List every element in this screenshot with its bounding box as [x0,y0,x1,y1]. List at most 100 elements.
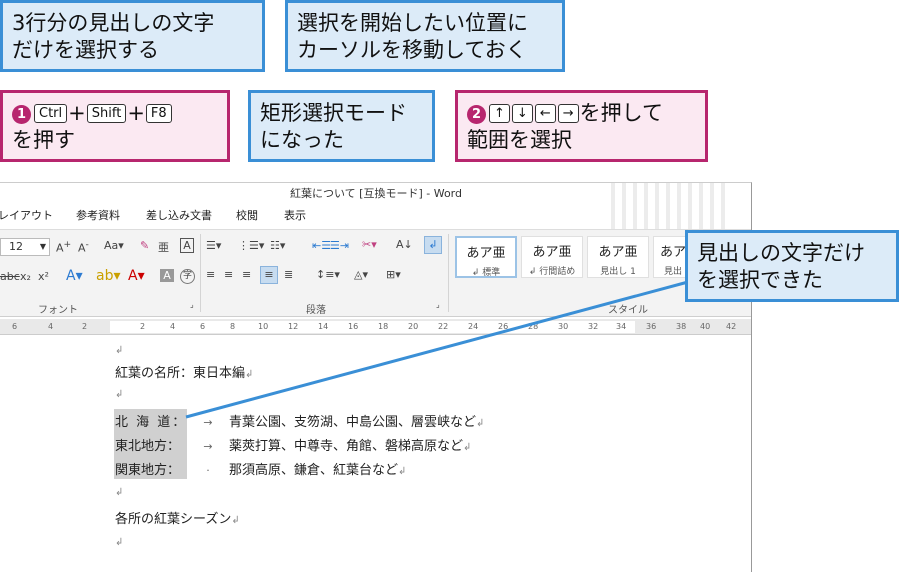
ruler-text-area [110,321,635,333]
font-size-value: 12 [9,240,23,253]
paragraph-mark: ↲ [115,537,124,548]
style-sample: あア亜 [532,245,572,260]
multilevel-list-icon[interactable]: ☷▾ [270,239,285,252]
style-name: ↲ 標準 [471,268,501,278]
up-arrow-key: ↑ [489,104,510,123]
callout-text-6b: を選択できた [697,268,823,292]
sort-icon[interactable]: A↓ [396,238,413,251]
strikethrough-icon[interactable]: abc [0,270,20,283]
ruler-tick: 10 [258,322,269,331]
doc-row-kanto: 関東地方： · 那須高原、鎌倉、紅葉台など↲ [115,463,407,478]
ruler-tick: 12 [288,322,299,331]
callout-text-4a: 矩形選択モード [260,101,407,125]
ribbon: 12 ▼ A+ A- Aa▾ ✎ 亜 A abc x₂ x² A▾ ab▾ A▾… [0,229,751,317]
show-marks-icon[interactable]: ↲ [424,236,442,254]
dialog-launcher-icon[interactable]: ⌟ [436,300,440,309]
paragraph-mark: ↲ [115,487,124,498]
doc-row-tohoku: 東北地方： → 薬莢打算、中尊寺、角館、磐梯高原など↲ [115,439,472,454]
font-size-select[interactable]: 12 ▼ [0,238,50,256]
callout-text-2b: カーソルを移動しておく [297,38,527,62]
callout-text-2a: 選択を開始したい位置に [297,11,528,35]
tab-references[interactable]: 参考資料 [76,207,120,223]
shading-icon[interactable]: ◬▾ [354,268,368,281]
doc-heading: 紅葉の名所：東日本編↲ [115,366,254,381]
ruler-tick: 36 [646,322,657,331]
ruler-tick: 18 [378,322,389,331]
doc-row-hokkaido: 北 海 道： → 青葉公園、支笏湖、中島公園、層雲峡など↲ [115,415,485,430]
align-left-icon[interactable]: ≡ [206,268,215,281]
subscript-icon[interactable]: x₂ [20,270,31,283]
callout-text-4b: になった [260,128,344,152]
char-border-icon[interactable]: A [180,238,194,253]
dialog-launcher-icon[interactable]: ⌟ [190,300,194,309]
enclose-char-icon[interactable]: 字 [180,269,195,284]
word-window: 紅葉について [互換モード] - Word レイアウト 参考資料 差し込み文書 … [0,182,752,572]
tab-layout[interactable]: レイアウト [0,207,53,223]
style-name: ↲ 行間詰め [528,267,576,277]
step2-number-icon: 2 [467,105,486,124]
callout-select-headings: 3行分の見出しの文字 だけを選択する [0,0,265,72]
callout-block-mode: 矩形選択モード になった [248,90,435,162]
justify-icon[interactable]: ≡ [260,266,278,284]
window-title: 紅葉について [互換モード] - Word [290,187,462,200]
char-shading-icon[interactable]: A [160,269,174,282]
ruler-tick: 6 [200,322,206,331]
f8-key: F8 [145,104,172,123]
left-arrow-key: ← [534,104,556,123]
ruler-tick: 34 [616,322,627,331]
right-arrow-key: → [557,104,579,123]
style-heading1[interactable]: あア亜 見出し 1 [587,236,649,278]
tab-view[interactable]: 表示 [284,207,306,223]
paragraph-mark: ↲ [115,389,124,400]
tab-review[interactable]: 校閲 [236,207,258,223]
align-right-icon[interactable]: ≡ [242,268,251,281]
change-case-icon[interactable]: Aa▾ [104,239,124,252]
ruler-tick: 40 [700,322,711,331]
ruler-tick: 38 [676,322,687,331]
ruler-tick: 30 [558,322,569,331]
line-spacing-icon[interactable]: ↕≡▾ [316,268,340,281]
ruler-tick: 32 [588,322,599,331]
distributed-icon[interactable]: ≣ [284,268,293,281]
clear-format-icon[interactable]: ✎ [140,239,149,252]
numbering-icon[interactable]: ⋮☰▾ [238,239,264,252]
borders-icon[interactable]: ⊞▾ [386,268,401,281]
ruler-tick: 20 [408,322,419,331]
doc-footer: 各所の紅葉シーズン↲ [115,512,240,527]
group-paragraph-label: 段落 [306,305,326,316]
bullets-icon[interactable]: ☰▾ [206,239,221,252]
callout-step2-arrows: 2 ↑ ↓ ← → を押して 範囲を選択 [455,90,708,162]
plus-sign: + [68,101,86,125]
ruler-tick: 42 [726,322,737,331]
shrink-font-icon[interactable]: A- [78,239,89,255]
document-page[interactable]: ↲ 紅葉の名所：東日本編↲ ↲ 北 海 道： → 青葉公園、支笏湖、中島公園、層雲峡… [10,336,738,572]
align-center-icon[interactable]: ≡ [224,268,233,281]
highlight-icon[interactable]: ab▾ [96,268,121,284]
increase-indent-icon[interactable]: ☰⇥ [330,239,349,252]
font-color-icon[interactable]: A▾ [128,268,145,284]
ruler-tick: 14 [318,322,329,331]
decrease-indent-icon[interactable]: ⇤☰ [312,239,331,252]
superscript-icon[interactable]: x² [38,270,49,283]
down-arrow-key: ↓ [511,104,533,123]
step1-number-icon: 1 [12,105,31,124]
ruler-tick: 16 [348,322,359,331]
asian-layout-icon[interactable]: ✂▾ [362,238,377,251]
style-sample: あア亜 [598,245,638,260]
group-font-label: フォント [38,305,78,316]
callout-text-6a: 見出しの文字だけ [697,241,865,265]
ruler-tick: 28 [528,322,539,331]
divider [448,234,449,312]
callout-move-cursor: 選択を開始したい位置に カーソルを移動しておく [285,0,565,72]
ruler-tick: 8 [230,322,236,331]
text-effects-icon[interactable]: A▾ [66,268,83,284]
style-normal[interactable]: あア亜 ↲ 標準 [455,236,517,278]
phonetic-icon[interactable]: 亜 [158,239,169,255]
ruler-tick: 2 [140,322,146,331]
tab-mailings[interactable]: 差し込み文書 [146,207,212,223]
style-no-spacing[interactable]: あア亜 ↲ 行間詰め [521,236,583,278]
callout-selected-result: 見出しの文字だけ を選択できた [685,230,899,302]
horizontal-ruler[interactable]: 6 4 2 2 4 6 8 10 12 14 16 18 20 22 24 26… [0,319,751,335]
grow-font-icon[interactable]: A+ [56,239,71,255]
paragraph-mark: ↲ [115,345,124,356]
